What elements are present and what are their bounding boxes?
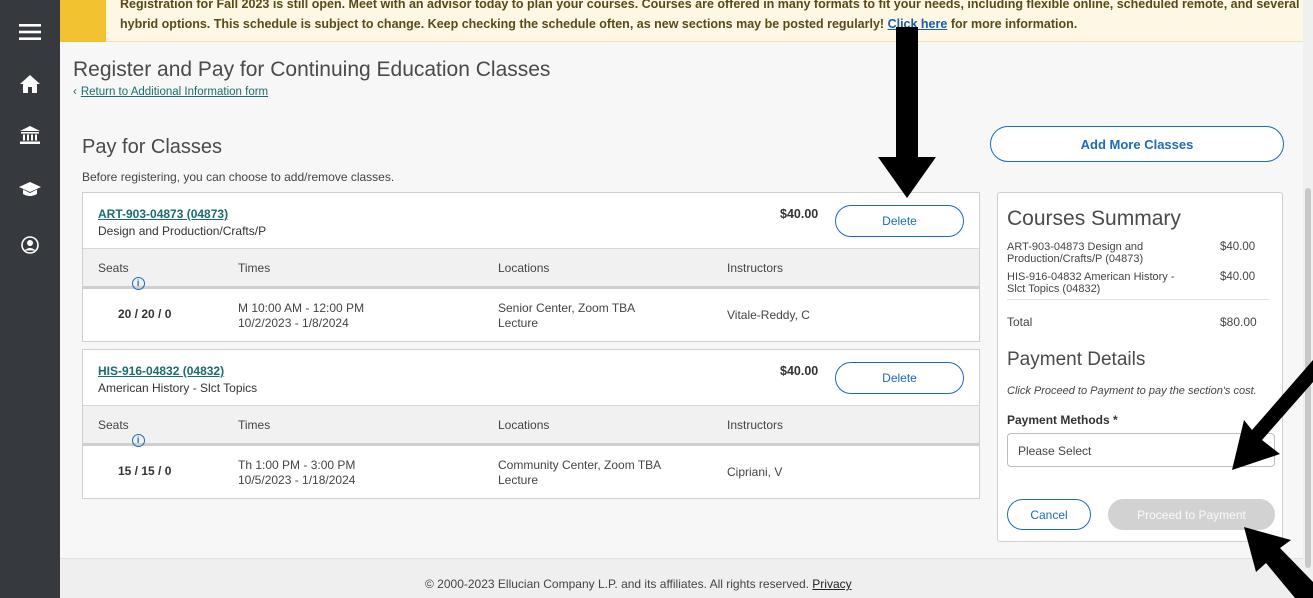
section-title: American History - Slct Topics <box>98 381 258 395</box>
meeting-dates: 10/2/2023 - 1/8/2024 <box>238 316 349 330</box>
summary-divider <box>1007 299 1269 300</box>
payment-details-heading: Payment Details <box>1007 349 1146 370</box>
seats-column-header: Seatsi <box>98 261 145 290</box>
proceed-to-payment-button[interactable]: Proceed to Payment <box>1108 499 1275 530</box>
pay-for-classes-heading: Pay for Classes <box>82 136 223 158</box>
section-card-header: ART-903-04873 (04873) Design and Product… <box>83 193 979 249</box>
copyright: © 2000-2023 Ellucian Company L.P. and it… <box>425 577 852 591</box>
section-table-header: Seatsi Times Locations Instructors <box>83 249 979 290</box>
page-title: Register and Pay for Continuing Educatio… <box>73 58 551 81</box>
seats-column-header: Seatsi <box>98 418 145 447</box>
summary-item-price: $40.00 <box>1220 271 1256 283</box>
banner-line-1: Registration for Fall 2023 is still open… <box>120 0 1300 11</box>
table-row: 15 / 15 / 0 Th 1:00 PM - 3:00 PM 10/5/20… <box>83 446 979 498</box>
payment-methods-value: Please Select <box>1018 444 1092 458</box>
banner-line-2: hybrid options. This schedule is subject… <box>120 14 1300 34</box>
scrollbar-thumb[interactable] <box>1305 188 1311 568</box>
section-code-link[interactable]: HIS-916-04832 (04832) <box>98 364 224 378</box>
side-nav-rail <box>0 0 60 598</box>
banner-line-2-text: hybrid options. This schedule is subject… <box>120 17 885 31</box>
summary-item-label: ART-903-04873 Design and Production/Craf… <box>1007 241 1144 265</box>
menu-icon[interactable] <box>0 23 60 41</box>
bank-icon[interactable] <box>0 126 60 144</box>
locations-column-header: Locations <box>498 261 550 275</box>
courses-summary-panel: Courses Summary ART-903-04873 Design and… <box>997 192 1283 542</box>
seats-header-label: Seats <box>98 418 129 432</box>
courses-summary-heading: Courses Summary <box>1007 207 1181 230</box>
section-card: HIS-916-04832 (04832) American History -… <box>82 349 980 499</box>
return-link[interactable]: ‹ Return to Additional Information form <box>73 86 268 98</box>
section-price: $40.00 <box>780 364 819 378</box>
summary-item-price: $40.00 <box>1220 241 1256 253</box>
chevron-down-icon <box>1256 443 1266 457</box>
times-column-header: Times <box>238 418 271 432</box>
section-price: $40.00 <box>780 207 819 221</box>
banner-text: Registration for Fall 2023 is still open… <box>120 0 1300 34</box>
add-more-classes-button[interactable]: Add More Classes <box>990 126 1284 162</box>
delete-button[interactable]: Delete <box>835 362 964 394</box>
banner-click-here-link[interactable]: Click here <box>888 17 948 31</box>
meeting-time: Th 1:00 PM - 3:00 PM <box>238 458 356 472</box>
copyright-text: © 2000-2023 Ellucian Company L.P. and it… <box>425 577 809 591</box>
instruction-method: Lecture <box>498 473 539 487</box>
banner-accent <box>60 0 106 42</box>
user-circle-icon[interactable] <box>0 236 60 254</box>
locations-column-header: Locations <box>498 418 550 432</box>
location: Senior Center, Zoom TBA <box>498 301 636 315</box>
times-column-header: Times <box>238 261 271 275</box>
banner-line-2-suffix: for more information. <box>950 17 1078 31</box>
location: Community Center, Zoom TBA <box>498 458 662 472</box>
instructor: Vitale-Reddy, C <box>727 308 810 322</box>
section-table-header: Seatsi Times Locations Instructors <box>83 406 979 447</box>
seats-value: 15 / 15 / 0 <box>118 464 172 478</box>
instructors-column-header: Instructors <box>727 418 784 432</box>
return-link-label: Return to Additional Information form <box>80 86 269 98</box>
instructor: Cipriani, V <box>727 465 783 479</box>
notice-banner: Registration for Fall 2023 is still open… <box>60 0 1313 42</box>
home-icon[interactable] <box>0 75 60 93</box>
seats-header-label: Seats <box>98 261 129 275</box>
privacy-link[interactable]: Privacy <box>812 577 851 591</box>
table-row: 20 / 20 / 0 M 10:00 AM - 12:00 PM 10/2/2… <box>83 289 979 341</box>
payment-note: Click Proceed to Payment to pay the sect… <box>1007 385 1257 397</box>
scrollbar[interactable] <box>1303 0 1313 598</box>
chevron-left-icon: ‹ <box>73 86 77 98</box>
page-header: Register and Pay for Continuing Educatio… <box>60 42 1313 112</box>
section-code-link[interactable]: ART-903-04873 (04873) <box>98 207 228 221</box>
cancel-button[interactable]: Cancel <box>1007 499 1091 530</box>
meeting-time: M 10:00 AM - 12:00 PM <box>238 301 365 315</box>
instruction-method: Lecture <box>498 316 539 330</box>
section-card-header: HIS-916-04832 (04832) American History -… <box>83 350 979 406</box>
page-footer: © 2000-2023 Ellucian Company L.P. and it… <box>60 558 1313 598</box>
seats-value: 20 / 20 / 0 <box>118 307 172 321</box>
main-content: Pay for Classes Before registering, you … <box>60 112 1313 558</box>
section-card: ART-903-04873 (04873) Design and Product… <box>82 192 980 342</box>
delete-button[interactable]: Delete <box>835 205 964 237</box>
section-title: Design and Production/Crafts/P <box>98 224 267 238</box>
payment-methods-select[interactable]: Please Select <box>1007 433 1275 467</box>
total-value: $80.00 <box>1220 315 1257 329</box>
meeting-dates: 10/5/2023 - 1/18/2024 <box>238 473 356 487</box>
graduation-cap-icon[interactable] <box>0 182 60 198</box>
instructors-column-header: Instructors <box>727 261 784 275</box>
payment-methods-label: Payment Methods * <box>1007 413 1118 427</box>
pay-for-classes-subtitle: Before registering, you can choose to ad… <box>82 170 395 184</box>
total-label: Total <box>1007 315 1033 329</box>
summary-item-label: HIS-916-04832 American History - Slct To… <box>1007 271 1175 295</box>
